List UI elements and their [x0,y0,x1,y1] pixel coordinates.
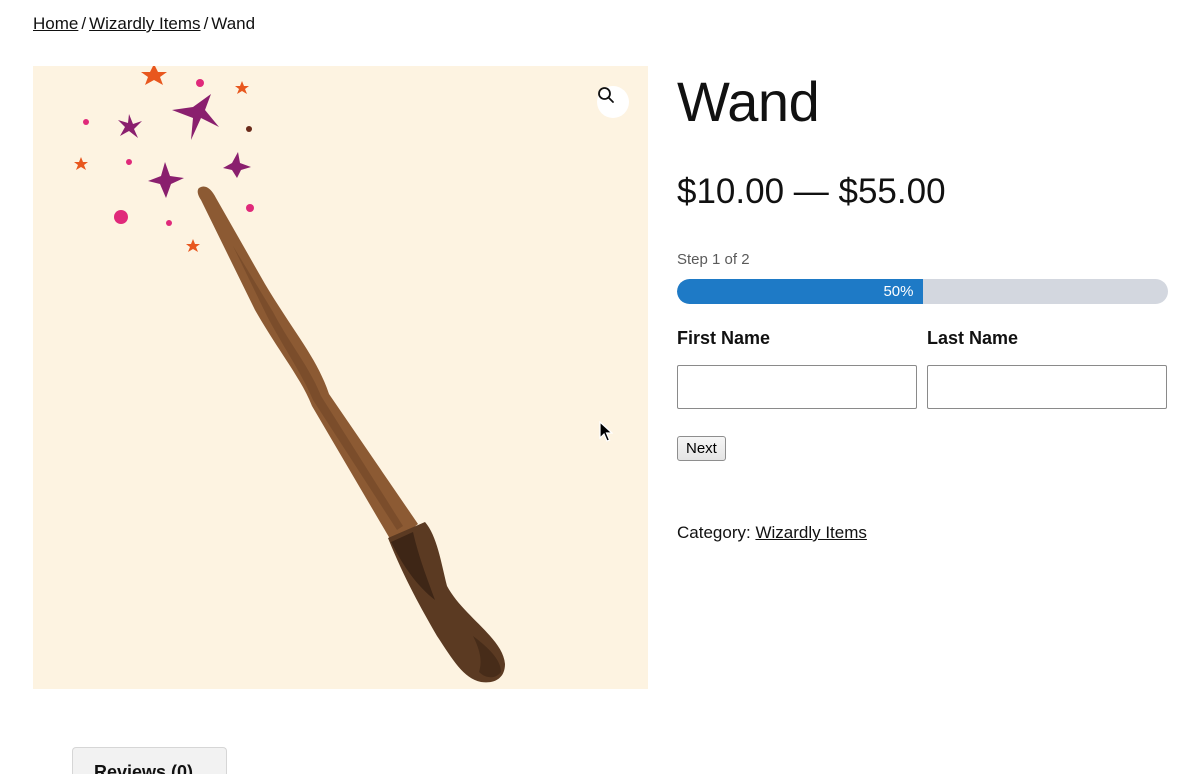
category-prefix: Category: [677,523,751,542]
breadcrumb-separator: / [203,14,209,33]
magnifier-icon [598,87,614,103]
product-image[interactable] [33,66,648,689]
product-title: Wand [677,70,820,133]
wand-illustration [74,66,505,683]
first-name-input[interactable] [677,365,917,409]
last-name-label: Last Name [927,328,1019,348]
last-name-input[interactable] [927,365,1167,409]
breadcrumb-separator: / [81,14,87,33]
step-indicator: Step 1 of 2 [677,251,750,268]
breadcrumb: Home / Wizardly Items / Wand [33,12,255,36]
product-category: Category: Wizardly Items [677,523,867,543]
category-link[interactable]: Wizardly Items [755,523,866,542]
product-page: Home / Wizardly Items / Wand Wand $10.00… [0,0,1200,774]
progress-bar: 50% [677,279,1168,304]
progress-bar-fill: 50% [677,279,923,304]
breadcrumb-home-link[interactable]: Home [33,14,78,33]
breadcrumb-category-link[interactable]: Wizardly Items [89,14,200,33]
progress-percent-text: 50% [883,283,914,300]
breadcrumb-current: Wand [211,14,256,33]
product-price: $10.00 — $55.00 [677,172,946,211]
tab-reviews[interactable]: Reviews (0) [72,747,227,774]
mouse-cursor-icon [599,421,613,442]
next-button[interactable]: Next [677,436,726,461]
zoom-button[interactable] [597,86,629,118]
first-name-label: First Name [677,328,771,348]
